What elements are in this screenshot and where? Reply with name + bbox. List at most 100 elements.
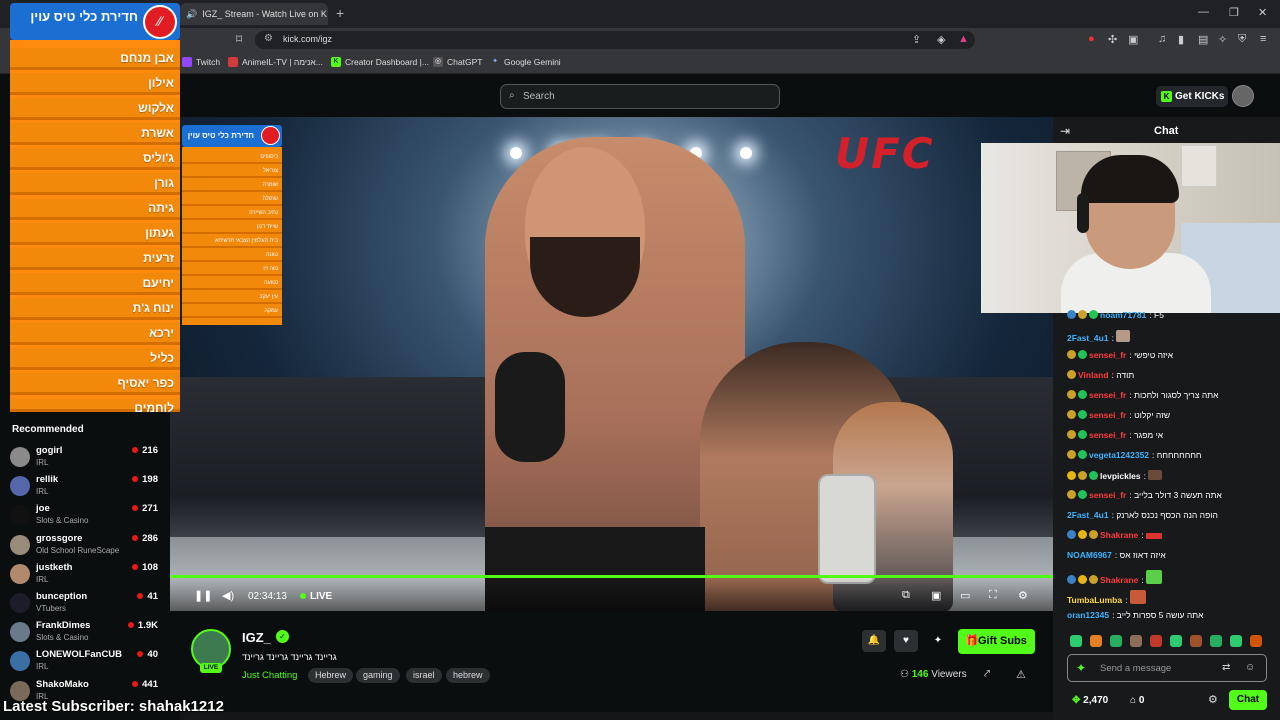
emote-icon[interactable] [1150, 635, 1162, 647]
emote-icon [1146, 533, 1163, 539]
puzzle-icon[interactable]: ✣ [1108, 33, 1117, 46]
emote-icon [1129, 590, 1146, 604]
inner-alert-item: נווה זיו [182, 263, 282, 276]
emote-icon[interactable] [1210, 635, 1222, 647]
recommended-item[interactable]: justketh IRL 108 [10, 562, 170, 590]
share-icon[interactable]: ⤤ [984, 668, 990, 681]
chat-input-placeholder: Send a message [1100, 663, 1172, 674]
fullscreen-icon[interactable]: ⛶ [989, 589, 997, 602]
tag[interactable]: israel [406, 668, 442, 683]
leo-icon[interactable]: ✧ [1218, 33, 1227, 46]
stream-category[interactable]: Just Chatting [242, 670, 297, 681]
emote-icon[interactable] [1230, 635, 1242, 647]
bookmark-animeil[interactable]: AnimeIL-TV | אנימה... [228, 57, 323, 67]
bookmark-icon[interactable]: ⌑ [236, 32, 242, 46]
site-info-icon[interactable]: ⚙ [264, 33, 273, 44]
new-tab-button[interactable]: + [336, 5, 344, 21]
report-icon[interactable]: ⚠ [1016, 668, 1026, 681]
anime-icon [228, 57, 238, 67]
kicks-balance[interactable]: ⌂ 0 [1130, 695, 1144, 706]
sidebar-icon[interactable]: ▮ [1178, 33, 1184, 46]
recommended-item[interactable]: gogirl IRL 216 [10, 445, 170, 473]
extension-icon[interactable]: ● [1088, 33, 1095, 45]
browser-tab[interactable]: 🔊 IGZ_ Stream - Watch Live on K ✕ [180, 3, 328, 25]
search-icon: ⌕ [509, 90, 515, 101]
emote-icon[interactable] [1130, 635, 1142, 647]
bookmark-chatgpt[interactable]: ◎ ChatGPT [433, 57, 482, 67]
pip-icon[interactable]: ▣ [931, 589, 941, 602]
tag[interactable]: hebrew [446, 668, 490, 683]
volume-icon[interactable]: ◀) [222, 589, 234, 602]
video-player[interactable]: UFC חדירת כלי טיס עוין כיסופים צוריאל שו… [170, 117, 1053, 611]
chat-message: NOAM6967: איזה דאוז אס [1067, 550, 1166, 560]
tag[interactable]: Hebrew [308, 668, 354, 683]
recommended-item[interactable]: FrankDimes Slots & Casino 1.9K [10, 620, 170, 648]
headset [1077, 193, 1089, 233]
emote-icon [1116, 330, 1131, 342]
chat-settings-icon[interactable]: ⚙ [1208, 693, 1218, 706]
emote-icon[interactable] [1170, 635, 1182, 647]
alert-location: לוחמים [10, 398, 180, 415]
emote-icon[interactable] [1250, 635, 1262, 647]
translate-icon[interactable]: ⇄ [1222, 662, 1230, 673]
bookmark-gemini[interactable]: ✦ Google Gemini [490, 57, 561, 67]
sparkle-button[interactable]: ✦ [926, 630, 950, 652]
collapse-chat-icon[interactable]: ⇥ [1060, 124, 1070, 138]
playback-progress[interactable] [170, 575, 1053, 578]
chat-message: Vinland: תודה [1067, 370, 1277, 380]
brave-shield-icon[interactable]: ◈ [937, 33, 945, 46]
screenshot-icon[interactable]: ▣ [1128, 33, 1138, 46]
rewards-icon[interactable]: ▲ [958, 33, 969, 45]
menu-icon[interactable]: ≡ [1260, 33, 1266, 45]
follow-heart-button[interactable]: ♥ [894, 630, 918, 652]
clip-icon[interactable]: ⧉ [902, 589, 910, 602]
chat-message: sensei_fr: שזה יקלוט [1067, 410, 1277, 420]
recommended-item[interactable]: rellik IRL 198 [10, 474, 170, 502]
get-kicks-button[interactable]: K Get KICKs [1156, 86, 1228, 107]
url-field[interactable]: ⚙ kick.com/igz [255, 31, 975, 49]
emoji-icon[interactable]: ☺ [1245, 662, 1255, 673]
recommended-item[interactable]: bunception VTubers 41 [10, 591, 170, 619]
profile-avatar[interactable] [1232, 85, 1254, 107]
speaker-icon: 🔊 [186, 8, 198, 19]
emote-bar [1070, 635, 1270, 649]
live-indicator[interactable]: LIVE [300, 591, 332, 602]
search-input[interactable]: ⌕ Search [500, 84, 780, 109]
avatar [10, 622, 30, 642]
restore-icon[interactable]: ❐ [1229, 6, 1239, 19]
recommended-item[interactable]: grossgore Old School RuneScape 286 [10, 533, 170, 561]
alert-location: אשרת [10, 123, 180, 145]
bookmark-twitch[interactable]: Twitch [182, 57, 220, 67]
pause-icon[interactable]: ❚❚ [194, 589, 212, 602]
gift-subs-button[interactable]: 🎁 Gift Subs [958, 629, 1035, 654]
sparkle-icon[interactable]: ✦ [1076, 661, 1086, 675]
channel-name[interactable]: IGZ_ [242, 630, 271, 645]
chatgpt-icon: ◎ [433, 57, 443, 67]
theater-mode-icon[interactable]: ▭ [960, 589, 970, 602]
recommended-item[interactable]: joe Slots & Casino 271 [10, 503, 170, 531]
emote-icon[interactable] [1110, 635, 1122, 647]
emote-icon [1146, 570, 1163, 584]
close-window-icon[interactable]: ✕ [1258, 6, 1267, 19]
emote-icon[interactable] [1190, 635, 1202, 647]
avatar [10, 564, 30, 584]
wallet-icon[interactable]: ▤ [1198, 33, 1208, 46]
streamer-hair [1081, 155, 1179, 203]
channel-points[interactable]: ✥ 2,470 [1072, 695, 1108, 706]
chat-message: sensei_fr: אתה תעשה 3 דולר בלייב [1067, 490, 1277, 500]
tag[interactable]: gaming [356, 668, 400, 683]
chat-message: levpickles: [1067, 470, 1277, 481]
alert-location: כליל [10, 348, 180, 370]
users-icon: ⚇ [900, 669, 912, 680]
send-chat-button[interactable]: Chat [1229, 690, 1267, 710]
emote-icon[interactable] [1090, 635, 1102, 647]
share-icon[interactable]: ⇪ [912, 33, 921, 46]
emote-icon[interactable] [1070, 635, 1082, 647]
settings-icon[interactable]: ⚙ [1018, 589, 1028, 602]
recommended-item[interactable]: LONEWOLFanCUB IRL 40 [10, 649, 170, 677]
vpn-icon[interactable]: ⛨ [1238, 33, 1246, 46]
minimize-icon[interactable]: — [1198, 6, 1209, 18]
bookmark-creator-dashboard[interactable]: K Creator Dashboard |... [331, 57, 429, 67]
notification-bell-button[interactable]: 🔔 [862, 630, 886, 652]
media-icon[interactable]: ♫ [1158, 33, 1166, 45]
